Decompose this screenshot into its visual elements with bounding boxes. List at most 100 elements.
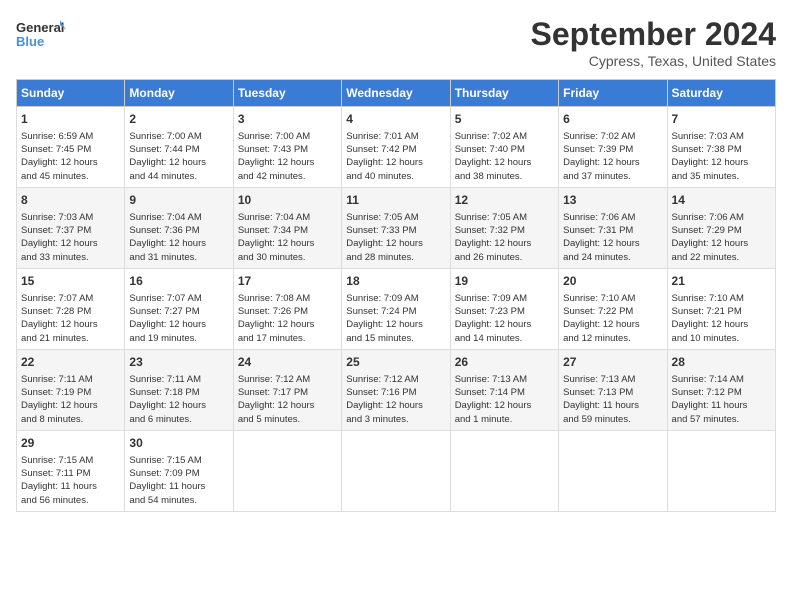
day-number: 11: [346, 192, 445, 209]
day-info: Sunrise: 7:07 AM Sunset: 7:28 PM Dayligh…: [21, 292, 120, 345]
day-number: 30: [129, 435, 228, 452]
day-info: Sunrise: 7:07 AM Sunset: 7:27 PM Dayligh…: [129, 292, 228, 345]
day-number: 19: [455, 273, 554, 290]
day-number: 6: [563, 111, 662, 128]
calendar-day-cell: 21 Sunrise: 7:10 AM Sunset: 7:21 PM Dayli…: [667, 268, 775, 349]
month-title: September 2024: [531, 16, 776, 53]
calendar-day-cell: 13 Sunrise: 7:06 AM Sunset: 7:31 PM Dayli…: [559, 187, 667, 268]
calendar-week-row: 15 Sunrise: 7:07 AM Sunset: 7:28 PM Dayli…: [17, 268, 776, 349]
day-number: 9: [129, 192, 228, 209]
day-info: Sunrise: 7:12 AM Sunset: 7:17 PM Dayligh…: [238, 373, 337, 426]
day-number: 7: [672, 111, 771, 128]
calendar-day-cell: 22Sunrise: 7:11 AM Sunset: 7:19 PM Dayli…: [17, 349, 125, 430]
calendar-day-cell: 11 Sunrise: 7:05 AM Sunset: 7:33 PM Dayli…: [342, 187, 450, 268]
day-info: Sunrise: 7:04 AM Sunset: 7:34 PM Dayligh…: [238, 211, 337, 264]
day-info: Sunrise: 7:03 AM Sunset: 7:37 PM Dayligh…: [21, 211, 120, 264]
day-number: 29: [21, 435, 120, 452]
calendar-day-header: Saturday: [667, 80, 775, 107]
day-info: Sunrise: 7:09 AM Sunset: 7:23 PM Dayligh…: [455, 292, 554, 345]
day-number: 23: [129, 354, 228, 371]
calendar-week-row: 29 Sunrise: 7:15 AM Sunset: 7:11 PM Dayli…: [17, 430, 776, 511]
day-info: Sunrise: 7:05 AM Sunset: 7:33 PM Dayligh…: [346, 211, 445, 264]
day-info: Sunrise: 6:59 AM Sunset: 7:45 PM Dayligh…: [21, 130, 120, 183]
calendar-day-cell: 9 Sunrise: 7:04 AM Sunset: 7:36 PM Daylig…: [125, 187, 233, 268]
logo: General Blue: [16, 16, 66, 58]
day-info: Sunrise: 7:13 AM Sunset: 7:14 PM Dayligh…: [455, 373, 554, 426]
calendar-day-cell: 6 Sunrise: 7:02 AM Sunset: 7:39 PM Daylig…: [559, 107, 667, 188]
calendar-day-cell: 19 Sunrise: 7:09 AM Sunset: 7:23 PM Dayli…: [450, 268, 558, 349]
location: Cypress, Texas, United States: [531, 53, 776, 69]
calendar-day-cell: 15 Sunrise: 7:07 AM Sunset: 7:28 PM Dayli…: [17, 268, 125, 349]
calendar-day-cell: 27 Sunrise: 7:13 AM Sunset: 7:13 PM Dayli…: [559, 349, 667, 430]
day-info: Sunrise: 7:00 AM Sunset: 7:43 PM Dayligh…: [238, 130, 337, 183]
day-info: Sunrise: 7:10 AM Sunset: 7:22 PM Dayligh…: [563, 292, 662, 345]
calendar-table: SundayMondayTuesdayWednesdayThursdayFrid…: [16, 79, 776, 512]
calendar-day-cell: 8 Sunrise: 7:03 AM Sunset: 7:37 PM Daylig…: [17, 187, 125, 268]
day-info: Sunrise: 7:15 AM Sunset: 7:11 PM Dayligh…: [21, 454, 120, 507]
day-number: 22: [21, 354, 120, 371]
calendar-day-cell: 10 Sunrise: 7:04 AM Sunset: 7:34 PM Dayli…: [233, 187, 341, 268]
day-info: Sunrise: 7:09 AM Sunset: 7:24 PM Dayligh…: [346, 292, 445, 345]
calendar-day-cell: 14Sunrise: 7:06 AM Sunset: 7:29 PM Dayli…: [667, 187, 775, 268]
day-number: 17: [238, 273, 337, 290]
day-number: 15: [21, 273, 120, 290]
calendar-day-header: Friday: [559, 80, 667, 107]
day-info: Sunrise: 7:00 AM Sunset: 7:44 PM Dayligh…: [129, 130, 228, 183]
day-number: 16: [129, 273, 228, 290]
calendar-day-cell: 17 Sunrise: 7:08 AM Sunset: 7:26 PM Dayli…: [233, 268, 341, 349]
svg-text:General: General: [16, 20, 64, 35]
day-info: Sunrise: 7:02 AM Sunset: 7:39 PM Dayligh…: [563, 130, 662, 183]
calendar-day-cell: [233, 430, 341, 511]
day-info: Sunrise: 7:08 AM Sunset: 7:26 PM Dayligh…: [238, 292, 337, 345]
day-number: 20: [563, 273, 662, 290]
calendar-day-cell: 3 Sunrise: 7:00 AM Sunset: 7:43 PM Daylig…: [233, 107, 341, 188]
calendar-day-header: Thursday: [450, 80, 558, 107]
logo-svg: General Blue: [16, 16, 66, 58]
day-number: 27: [563, 354, 662, 371]
calendar-day-cell: 7 Sunrise: 7:03 AM Sunset: 7:38 PM Daylig…: [667, 107, 775, 188]
day-info: Sunrise: 7:13 AM Sunset: 7:13 PM Dayligh…: [563, 373, 662, 426]
day-info: Sunrise: 7:04 AM Sunset: 7:36 PM Dayligh…: [129, 211, 228, 264]
day-info: Sunrise: 7:06 AM Sunset: 7:31 PM Dayligh…: [563, 211, 662, 264]
day-number: 3: [238, 111, 337, 128]
calendar-day-cell: [667, 430, 775, 511]
calendar-day-cell: 16 Sunrise: 7:07 AM Sunset: 7:27 PM Dayli…: [125, 268, 233, 349]
day-number: 28: [672, 354, 771, 371]
calendar-day-cell: 18 Sunrise: 7:09 AM Sunset: 7:24 PM Dayli…: [342, 268, 450, 349]
day-number: 8: [21, 192, 120, 209]
svg-text:Blue: Blue: [16, 34, 44, 49]
day-number: 26: [455, 354, 554, 371]
day-number: 18: [346, 273, 445, 290]
day-number: 10: [238, 192, 337, 209]
calendar-day-header: Wednesday: [342, 80, 450, 107]
day-number: 21: [672, 273, 771, 290]
calendar-day-header: Monday: [125, 80, 233, 107]
title-area: September 2024 Cypress, Texas, United St…: [531, 16, 776, 69]
page-header: General Blue September 2024 Cypress, Tex…: [16, 16, 776, 69]
day-info: Sunrise: 7:12 AM Sunset: 7:16 PM Dayligh…: [346, 373, 445, 426]
day-info: Sunrise: 7:03 AM Sunset: 7:38 PM Dayligh…: [672, 130, 771, 183]
calendar-day-cell: 12Sunrise: 7:05 AM Sunset: 7:32 PM Dayli…: [450, 187, 558, 268]
calendar-day-cell: 24 Sunrise: 7:12 AM Sunset: 7:17 PM Dayli…: [233, 349, 341, 430]
calendar-day-header: Sunday: [17, 80, 125, 107]
calendar-day-cell: 23Sunrise: 7:11 AM Sunset: 7:18 PM Dayli…: [125, 349, 233, 430]
calendar-week-row: 22Sunrise: 7:11 AM Sunset: 7:19 PM Dayli…: [17, 349, 776, 430]
calendar-day-cell: 26 Sunrise: 7:13 AM Sunset: 7:14 PM Dayli…: [450, 349, 558, 430]
calendar-header-row: SundayMondayTuesdayWednesdayThursdayFrid…: [17, 80, 776, 107]
day-number: 25: [346, 354, 445, 371]
day-info: Sunrise: 7:05 AM Sunset: 7:32 PM Dayligh…: [455, 211, 554, 264]
calendar-day-cell: [450, 430, 558, 511]
day-info: Sunrise: 7:10 AM Sunset: 7:21 PM Dayligh…: [672, 292, 771, 345]
calendar-day-cell: 5 Sunrise: 7:02 AM Sunset: 7:40 PM Daylig…: [450, 107, 558, 188]
day-number: 24: [238, 354, 337, 371]
calendar-week-row: 8 Sunrise: 7:03 AM Sunset: 7:37 PM Daylig…: [17, 187, 776, 268]
day-info: Sunrise: 7:02 AM Sunset: 7:40 PM Dayligh…: [455, 130, 554, 183]
calendar-day-cell: 2Sunrise: 7:00 AM Sunset: 7:44 PM Daylig…: [125, 107, 233, 188]
day-number: 1: [21, 111, 120, 128]
calendar-day-cell: [559, 430, 667, 511]
day-info: Sunrise: 7:01 AM Sunset: 7:42 PM Dayligh…: [346, 130, 445, 183]
day-number: 13: [563, 192, 662, 209]
day-number: 5: [455, 111, 554, 128]
calendar-day-cell: 25 Sunrise: 7:12 AM Sunset: 7:16 PM Dayli…: [342, 349, 450, 430]
calendar-day-cell: 28Sunrise: 7:14 AM Sunset: 7:12 PM Dayli…: [667, 349, 775, 430]
